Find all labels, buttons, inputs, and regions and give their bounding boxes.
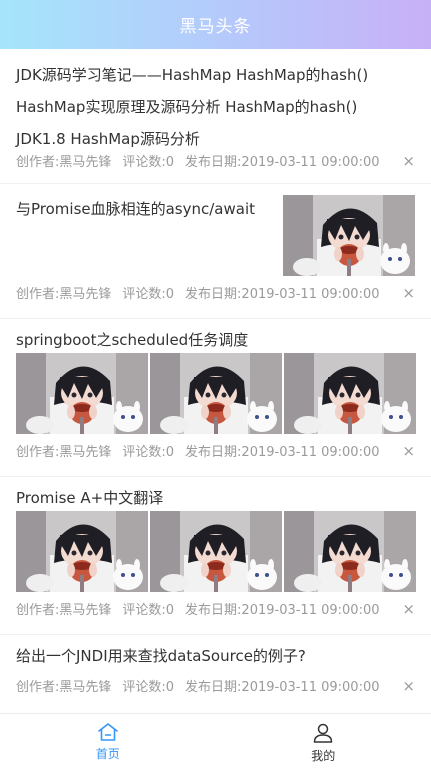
- bottom-tabbar: 首页 我的: [0, 713, 431, 770]
- article-thumbnail: [283, 195, 415, 276]
- article-item[interactable]: springboot之scheduled任务调度 创作者:黑马先锋 评论数:0 …: [0, 319, 431, 477]
- user-icon: [314, 723, 333, 743]
- article-thumbnail: [284, 511, 416, 592]
- article-meta: 创作者:黑马先锋 评论数:0 发布日期:2019-03-11 09:00:00 …: [16, 283, 415, 303]
- close-icon[interactable]: ×: [402, 284, 415, 302]
- tab-home[interactable]: 首页: [0, 714, 216, 770]
- close-icon[interactable]: ×: [402, 152, 415, 170]
- article-meta: 创作者:黑马先锋 评论数:0 发布日期:2019-03-11 09:00:00 …: [16, 441, 415, 461]
- article-item[interactable]: 与Promise血脉相连的async/await 创作者:黑马先锋 评论数:0 …: [0, 184, 431, 319]
- article-meta: 创作者:黑马先锋 评论数:0 发布日期:2019-03-11 09:00:00 …: [16, 151, 415, 171]
- tab-mine-label: 我的: [311, 749, 336, 763]
- article-title: 与Promise血脉相连的async/await: [16, 200, 256, 218]
- comment-count: 评论数:0: [122, 680, 175, 695]
- article-item[interactable]: JDK源码学习笔记——HashMap HashMap的hash() HashMa…: [0, 49, 431, 184]
- article-meta: 创作者:黑马先锋 评论数:0 发布日期:2019-03-11 09:00:00 …: [16, 599, 415, 619]
- author-label: 创作者:黑马先锋: [16, 603, 112, 618]
- article-meta: 创作者:黑马先锋 评论数:0 发布日期:2019-03-11 09:00:00 …: [16, 676, 415, 696]
- publish-date: 发布日期:2019-03-11 09:00:00: [185, 445, 380, 460]
- article-title: JDK源码学习笔记——HashMap HashMap的hash() HashMa…: [16, 59, 368, 155]
- tab-home-label: 首页: [95, 747, 120, 761]
- author-label: 创作者:黑马先锋: [16, 287, 112, 302]
- author-label: 创作者:黑马先锋: [16, 155, 112, 170]
- comment-count: 评论数:0: [122, 287, 175, 302]
- article-thumbnail: [284, 353, 416, 434]
- header-title: 黑马头条: [179, 17, 252, 37]
- home-icon: [97, 723, 118, 741]
- article-title-line: HashMap实现原理及源码分析 HashMap的hash(): [16, 98, 358, 116]
- article-title: Promise A+中文翻译: [16, 489, 164, 507]
- article-thumbnail: [150, 353, 282, 434]
- publish-date: 发布日期:2019-03-11 09:00:00: [185, 287, 380, 302]
- article-thumbnail: [16, 353, 148, 434]
- tab-mine[interactable]: 我的: [216, 714, 431, 770]
- close-icon[interactable]: ×: [402, 442, 415, 460]
- publish-date: 发布日期:2019-03-11 09:00:00: [185, 603, 380, 618]
- article-thumbnail: [16, 511, 148, 592]
- article-feed[interactable]: JDK源码学习笔记——HashMap HashMap的hash() HashMa…: [0, 49, 431, 713]
- author-label: 创作者:黑马先锋: [16, 680, 112, 695]
- close-icon[interactable]: ×: [402, 600, 415, 618]
- close-icon[interactable]: ×: [402, 677, 415, 695]
- comment-count: 评论数:0: [122, 445, 175, 460]
- comment-count: 评论数:0: [122, 155, 175, 170]
- article-title: 给出一个JNDI用来查找dataSource的例子?: [16, 647, 306, 665]
- comment-count: 评论数:0: [122, 603, 175, 618]
- author-label: 创作者:黑马先锋: [16, 445, 112, 460]
- article-title-line: JDK源码学习笔记——HashMap HashMap的hash(): [16, 66, 369, 84]
- app-header: 黑马头条: [0, 0, 431, 49]
- publish-date: 发布日期:2019-03-11 09:00:00: [185, 155, 380, 170]
- article-title: springboot之scheduled任务调度: [16, 331, 249, 349]
- publish-date: 发布日期:2019-03-11 09:00:00: [185, 680, 380, 695]
- article-thumbnail: [150, 511, 282, 592]
- article-item[interactable]: 给出一个JNDI用来查找dataSource的例子? 创作者:黑马先锋 评论数:…: [0, 635, 431, 713]
- article-item[interactable]: Promise A+中文翻译 创作者:黑马先锋 评论数:0 发布日期:2019-…: [0, 477, 431, 635]
